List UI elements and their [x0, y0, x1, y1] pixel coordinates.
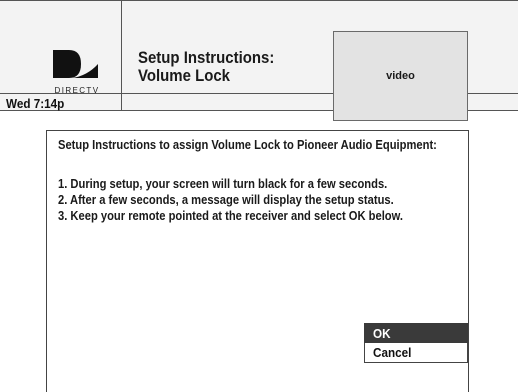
cancel-button[interactable]: Cancel: [364, 343, 468, 363]
page-title-line1: Setup Instructions:: [138, 48, 275, 67]
logo-column-divider: [121, 0, 122, 111]
video-label: video: [386, 70, 415, 82]
cancel-button-label: Cancel: [373, 345, 412, 360]
clock-time: Wed 7:14p: [6, 96, 65, 111]
action-menu: OK Cancel: [364, 323, 468, 363]
page-title: Setup Instructions: Volume Lock: [138, 49, 305, 85]
instruction-step: 3. Keep your remote pointed at the recei…: [58, 208, 404, 223]
header-bottom-border-right: [468, 110, 518, 111]
instructions-steps: 1. During setup, your screen will turn b…: [58, 176, 454, 224]
instruction-step: 2. After a few seconds, a message will d…: [58, 192, 394, 207]
instruction-step: 1. During setup, your screen will turn b…: [58, 176, 388, 191]
page-title-line2: Volume Lock: [138, 66, 231, 85]
directv-logo-text: DIRECTV: [54, 86, 100, 95]
ok-button-label: OK: [373, 326, 391, 341]
header-divider-right: [468, 93, 518, 94]
instructions-heading: Setup Instructions to assign Volume Lock…: [58, 137, 437, 152]
top-border: [0, 0, 518, 1]
directv-logo-icon: [53, 50, 98, 78]
ok-button[interactable]: OK: [364, 323, 468, 343]
